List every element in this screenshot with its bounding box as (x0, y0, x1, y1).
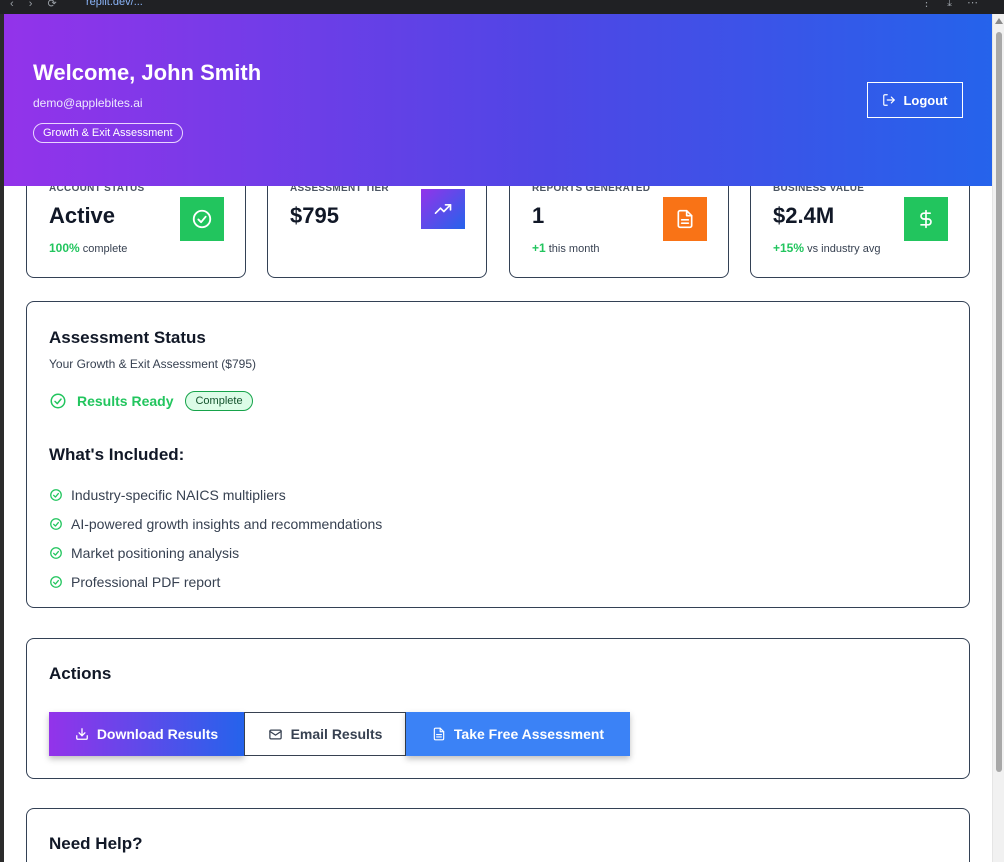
check-circle-icon (50, 575, 62, 588)
download-icon (75, 728, 88, 740)
stat-sub: 100% complete (49, 241, 127, 255)
stat-sub: +15% vs industry avg (773, 241, 880, 255)
feature-text: Industry-specific NAICS multipliers (71, 486, 286, 503)
take-free-assessment-button[interactable]: Take Free Assessment (406, 712, 630, 756)
section-title: Need Help? (49, 834, 143, 853)
check-circle-icon (50, 546, 62, 559)
logout-icon (883, 94, 896, 106)
stat-value: $2.4M (773, 203, 835, 228)
stat-delta: +15% (773, 241, 805, 255)
feature-list: Industry-specific NAICS multipliers AI-p… (49, 480, 382, 596)
take-free-assessment-label: Take Free Assessment (453, 726, 605, 742)
stat-value: 1 (532, 203, 545, 228)
results-ready-label: Results Ready (77, 393, 174, 409)
stat-delta: +1 (532, 241, 546, 255)
dollar-icon (904, 197, 948, 241)
section-title: Assessment Status (49, 328, 206, 347)
dashboard-header: Welcome, John Smith demo@applebites.ai G… (4, 14, 992, 186)
status-badge: Complete (185, 391, 253, 411)
tier-badge: Growth & Exit Assessment (33, 123, 183, 143)
stat-sub-text: vs industry avg (807, 243, 881, 255)
download-results-button[interactable]: Download Results (49, 712, 244, 756)
page-viewport: Welcome, John Smith demo@applebites.ai G… (4, 14, 992, 862)
browser-nav-icons[interactable]: ‹ › ⟳ (10, 0, 63, 10)
email-results-button[interactable]: Email Results (244, 712, 406, 756)
logout-button[interactable]: Logout (867, 82, 963, 118)
browser-menu-icons[interactable]: ⋮ ⤓ ⋯ (921, 0, 984, 10)
section-title: Actions (49, 664, 112, 683)
help-section: Need Help? (26, 808, 970, 862)
included-title: What's Included: (49, 445, 185, 464)
stat-value: Active (49, 203, 116, 228)
logout-label: Logout (903, 92, 948, 108)
list-item: Market positioning analysis (49, 538, 382, 567)
assessment-status-section: Assessment Status Your Growth & Exit Ass… (26, 301, 970, 608)
check-circle-icon (180, 197, 224, 241)
stat-sub-text: complete (82, 243, 128, 255)
stat-delta: 100% (49, 241, 80, 255)
list-item: Professional PDF report (49, 567, 382, 596)
check-circle-icon (50, 393, 66, 409)
check-circle-icon (50, 517, 62, 530)
feature-text: AI-powered growth insights and recommend… (71, 515, 383, 532)
document-icon (433, 727, 445, 741)
stat-value: $795 (290, 203, 339, 228)
list-item: Industry-specific NAICS multipliers (49, 480, 382, 509)
check-circle-icon (50, 488, 62, 501)
stat-sub: +1 this month (532, 241, 600, 255)
stat-sub-text: this month (548, 243, 600, 255)
trending-up-icon (421, 189, 465, 229)
assessment-subtitle: Your Growth & Exit Assessment ($795) (49, 357, 256, 371)
user-email: demo@applebites.ai (33, 96, 143, 110)
document-icon (663, 197, 707, 241)
action-buttons: Download Results Email Results Take Free… (49, 712, 630, 756)
browser-toolbar: ‹ › ⟳ replit.dev/... ⋮ ⤓ ⋯ (0, 0, 1004, 14)
list-item: AI-powered growth insights and recommend… (49, 509, 382, 538)
browser-url[interactable]: replit.dev/... (86, 0, 143, 8)
download-results-label: Download Results (96, 726, 219, 742)
scroll-up-arrow-icon[interactable] (995, 18, 1003, 24)
scrollbar[interactable] (992, 14, 1004, 862)
email-results-label: Email Results (290, 726, 383, 742)
results-status-row: Results Ready Complete (49, 391, 253, 411)
actions-section: Actions Download Results Email Results T… (26, 638, 970, 779)
scroll-thumb[interactable] (996, 32, 1002, 772)
welcome-title: Welcome, John Smith (33, 60, 262, 85)
mail-icon (268, 729, 282, 739)
feature-text: Market positioning analysis (71, 544, 240, 561)
feature-text: Professional PDF report (71, 573, 221, 590)
